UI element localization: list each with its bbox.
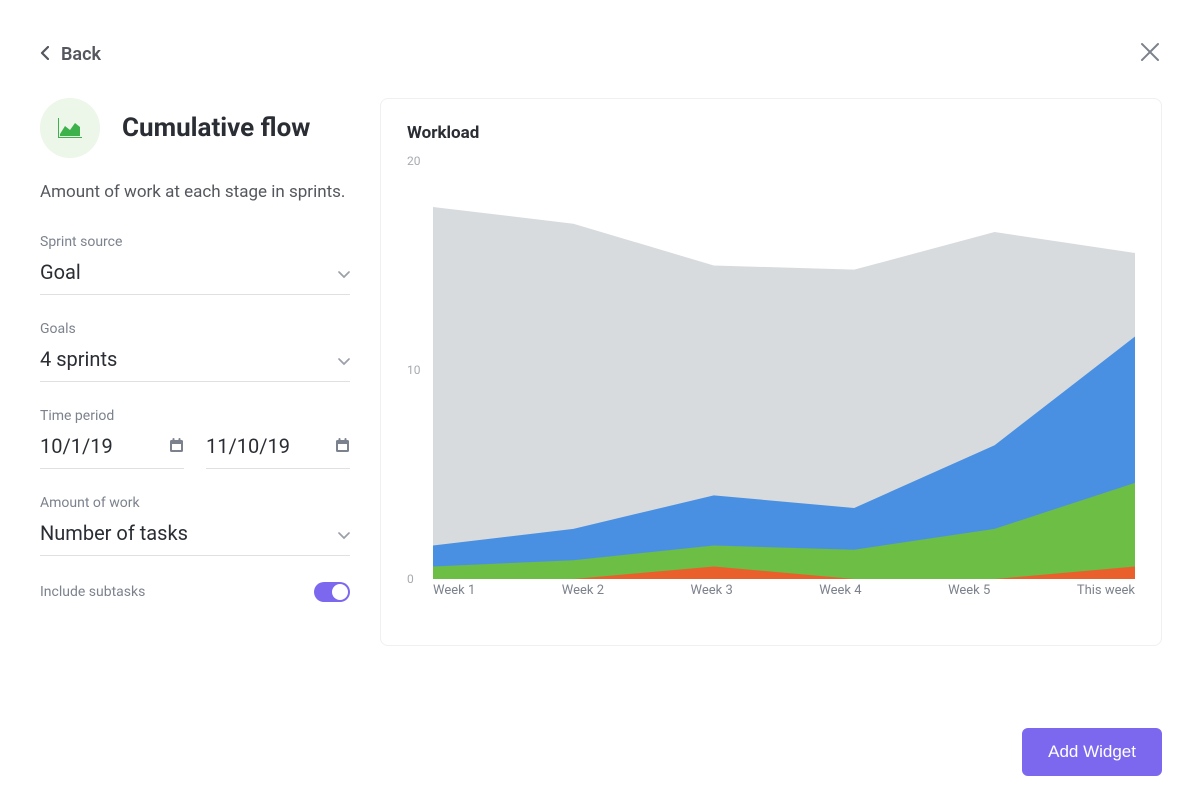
sprint-source-select[interactable]: Goal	[40, 260, 350, 295]
x-tick: Week 5	[948, 583, 990, 598]
widget-type-icon-badge	[40, 98, 100, 158]
start-date-value: 10/1/19	[40, 434, 113, 458]
calendar-icon	[169, 434, 184, 458]
end-date-value: 11/10/19	[206, 434, 290, 458]
chart-title: Workload	[407, 123, 1135, 143]
x-tick: Week 1	[433, 583, 475, 598]
goals-label: Goals	[40, 321, 350, 337]
amount-of-work-label: Amount of work	[40, 495, 350, 511]
y-tick: 20	[407, 154, 421, 168]
y-tick: 10	[407, 363, 421, 377]
x-tick: Week 4	[819, 583, 861, 598]
chevron-down-icon	[338, 347, 350, 371]
amount-of-work-select[interactable]: Number of tasks	[40, 521, 350, 556]
close-button[interactable]	[1138, 40, 1162, 68]
goals-select[interactable]: 4 sprints	[40, 347, 350, 382]
back-button[interactable]: Back	[40, 44, 101, 65]
include-subtasks-toggle[interactable]	[314, 582, 350, 602]
area-chart-icon	[58, 118, 82, 138]
calendar-icon	[335, 434, 350, 458]
widget-description: Amount of work at each stage in sprints.	[40, 180, 350, 206]
time-period-label: Time period	[40, 408, 350, 424]
chart-preview-card: Workload 0 10 20 Week 1 Week 2 Week 3 Week 4 W…	[380, 98, 1162, 646]
y-tick: 0	[407, 572, 414, 586]
widget-title: Cumulative flow	[122, 113, 310, 143]
sprint-source-label: Sprint source	[40, 234, 350, 250]
chart-area: 01020 Week 1Week 2Week 3Week 4Week 5This…	[407, 161, 1135, 601]
chevron-down-icon	[338, 260, 350, 284]
close-icon	[1138, 40, 1162, 64]
x-tick: Week 2	[562, 583, 604, 598]
end-date-input[interactable]: 11/10/19	[206, 434, 350, 469]
amount-of-work-value: Number of tasks	[40, 521, 188, 545]
x-tick: Week 3	[691, 583, 733, 598]
goals-value: 4 sprints	[40, 347, 117, 371]
config-sidebar: Cumulative flow Amount of work at each s…	[40, 98, 350, 646]
add-widget-button[interactable]: Add Widget	[1022, 728, 1162, 776]
x-tick: This week	[1077, 583, 1135, 598]
chevron-down-icon	[338, 521, 350, 545]
chart-svg	[433, 161, 1135, 579]
start-date-input[interactable]: 10/1/19	[40, 434, 184, 469]
chevron-left-icon	[40, 44, 49, 65]
include-subtasks-label: Include subtasks	[40, 584, 145, 600]
sprint-source-value: Goal	[40, 260, 81, 284]
back-label: Back	[61, 44, 101, 65]
